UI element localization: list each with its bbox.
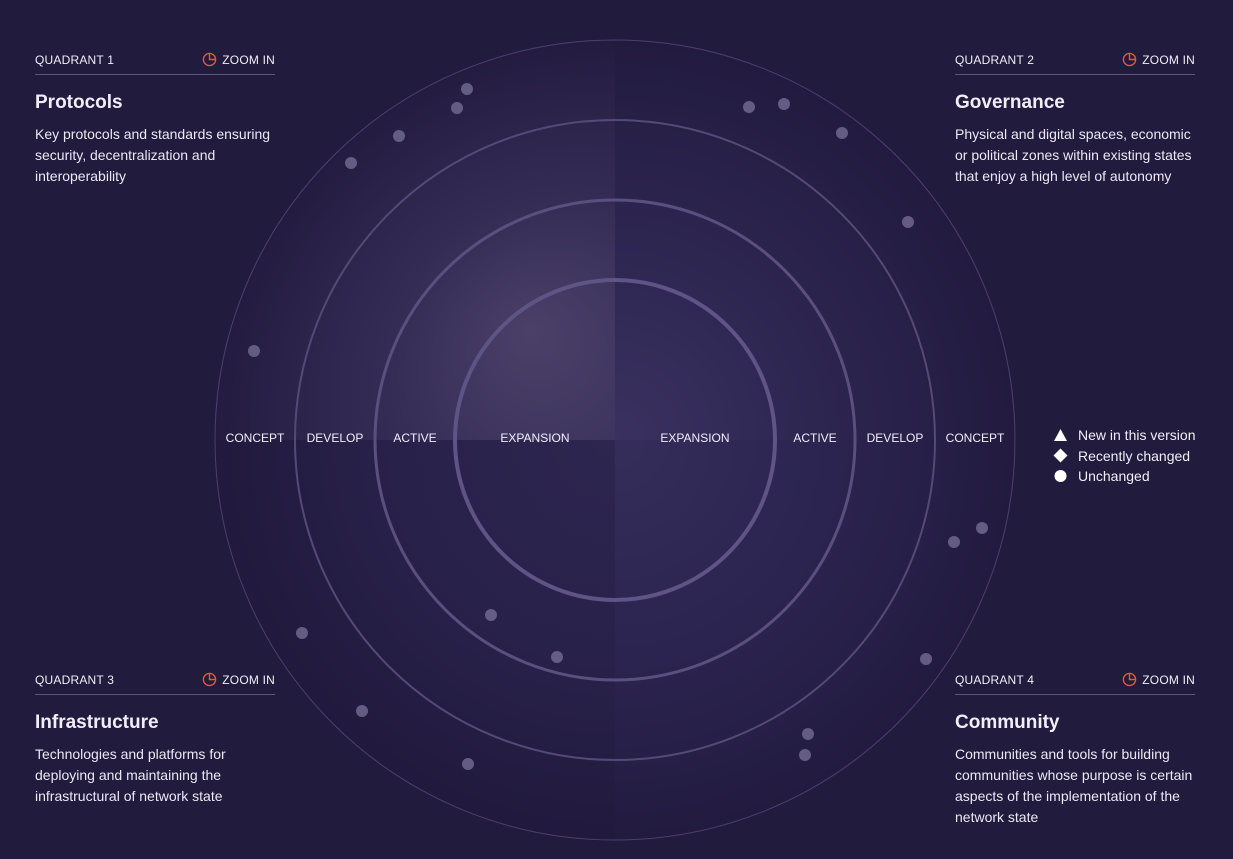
legend-unchanged-label: Unchanged <box>1078 468 1150 485</box>
quadrant-4-header: QUADRANT 4 ZOOM IN <box>955 672 1195 695</box>
ring-label-active-right: ACTIVE <box>793 431 836 445</box>
blip-11 <box>948 536 960 548</box>
quadrant-3-zoom-label: ZOOM IN <box>222 672 275 687</box>
legend: New in this version Recently changed Unc… <box>1053 425 1196 487</box>
blip-9 <box>902 216 914 228</box>
pie-chart-icon <box>202 52 217 67</box>
blip-19 <box>551 651 563 663</box>
blip-18 <box>485 609 497 621</box>
blip-6 <box>743 101 755 113</box>
blip-16 <box>356 705 368 717</box>
quadrant-3-description: Technologies and platforms for deploying… <box>35 746 226 804</box>
blip-13 <box>802 728 814 740</box>
quadrant-4-zoom-label: ZOOM IN <box>1142 672 1195 687</box>
legend-item-changed: Recently changed <box>1053 446 1196 467</box>
quadrant-3-title: Infrastructure <box>35 712 159 733</box>
blip-1 <box>461 83 473 95</box>
quadrant-2-zoom-button[interactable]: ZOOM IN <box>1122 52 1195 67</box>
ring-label-expansion-right: EXPANSION <box>660 431 729 445</box>
quadrant-2-label: QUADRANT 2 <box>955 52 1035 67</box>
blip-10 <box>976 522 988 534</box>
quadrant-4-zoom-button[interactable]: ZOOM IN <box>1122 672 1195 687</box>
blip-17 <box>462 758 474 770</box>
blip-7 <box>778 98 790 110</box>
quadrant-4-description: Communities and tools for building commu… <box>955 746 1193 825</box>
quadrant-2-header: QUADRANT 2 ZOOM IN <box>955 52 1195 75</box>
ring-label-expansion-left: EXPANSION <box>500 431 569 445</box>
quadrant-1-zoom-label: ZOOM IN <box>222 52 275 67</box>
ring-label-develop-right: DEVELOP <box>867 431 924 445</box>
ring-label-develop-left: DEVELOP <box>307 431 364 445</box>
blip-15 <box>296 627 308 639</box>
blip-5 <box>248 345 260 357</box>
quadrant-2-panel: QUADRANT 2 ZOOM IN Governance Physical a… <box>955 52 1195 187</box>
ring-label-active-left: ACTIVE <box>393 431 436 445</box>
quadrant-2-title: Governance <box>955 92 1065 113</box>
quadrant-2-description: Physical and digital spaces, economic or… <box>955 126 1192 184</box>
quadrant-1-title: Protocols <box>35 92 123 113</box>
quadrant-3-panel: QUADRANT 3 ZOOM IN Infrastructure Techno… <box>35 672 275 807</box>
quadrant-4-label: QUADRANT 4 <box>955 672 1035 687</box>
pie-chart-icon <box>1122 52 1137 67</box>
quadrant-sector-1 <box>215 40 615 440</box>
quadrant-4-title: Community <box>955 712 1060 733</box>
quadrant-1-header: QUADRANT 1 ZOOM IN <box>35 52 275 75</box>
quadrant-1-label: QUADRANT 1 <box>35 52 115 67</box>
blip-2 <box>451 102 463 114</box>
quadrant-1-zoom-button[interactable]: ZOOM IN <box>202 52 275 67</box>
blip-4 <box>345 157 357 169</box>
ring-label-concept-right: CONCEPT <box>946 431 1005 445</box>
blip-8 <box>836 127 848 139</box>
legend-new-label: New in this version <box>1078 427 1196 444</box>
quadrant-2-zoom-label: ZOOM IN <box>1142 52 1195 67</box>
pie-chart-icon <box>1122 672 1137 687</box>
legend-item-new: New in this version <box>1053 425 1196 446</box>
quadrant-3-zoom-button[interactable]: ZOOM IN <box>202 672 275 687</box>
blip-14 <box>799 749 811 761</box>
quadrant-3-label: QUADRANT 3 <box>35 672 115 687</box>
triangle-icon <box>1054 429 1067 442</box>
circle-icon <box>1054 470 1067 483</box>
quadrant-3-header: QUADRANT 3 ZOOM IN <box>35 672 275 695</box>
ring-label-concept-left: CONCEPT <box>226 431 285 445</box>
quadrant-1-panel: QUADRANT 1 ZOOM IN Protocols Key protoco… <box>35 52 275 187</box>
legend-changed-label: Recently changed <box>1078 447 1191 464</box>
legend-item-unchanged: Unchanged <box>1053 466 1196 487</box>
pie-chart-icon <box>202 672 217 687</box>
blip-3 <box>393 130 405 142</box>
quadrant-1-description: Key protocols and standards ensuring sec… <box>35 126 271 184</box>
blip-12 <box>920 653 932 665</box>
quadrant-sector-3 <box>215 440 615 840</box>
quadrant-4-panel: QUADRANT 4 ZOOM IN Community Communities… <box>955 672 1195 828</box>
diamond-icon <box>1053 448 1068 463</box>
